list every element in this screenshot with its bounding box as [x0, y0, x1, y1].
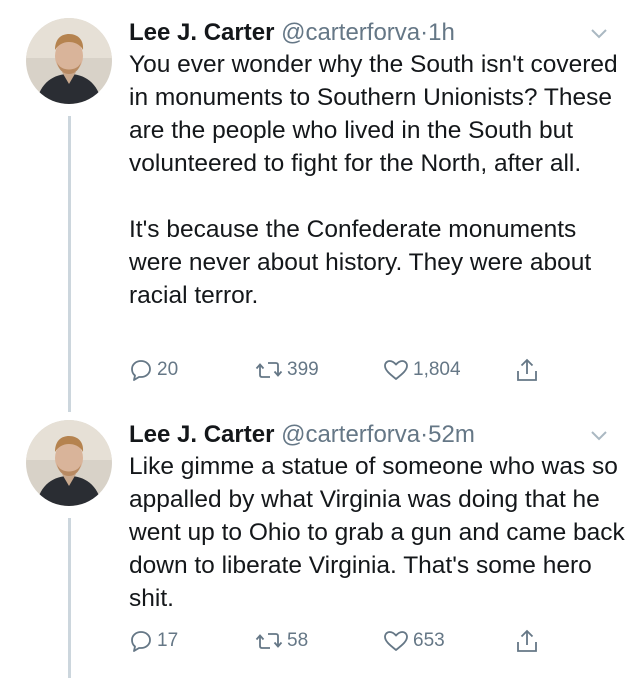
like-count: 653 [413, 630, 445, 651]
retweet-count: 58 [287, 630, 309, 651]
tweet-text: Like gimme a statue of someone who was s… [129, 450, 625, 615]
retweet-button[interactable]: 399 [255, 355, 319, 385]
chevron-down-icon[interactable] [590, 430, 608, 442]
share-icon [517, 358, 537, 381]
like-count: 1,804 [413, 359, 461, 380]
timestamp[interactable]: 1h [428, 19, 455, 46]
reply-icon [131, 631, 151, 652]
thread-line [68, 116, 71, 412]
tweet-header: Lee J. Carter @carterforva·52m [129, 420, 475, 450]
thread-line [68, 518, 71, 678]
retweet-icon [255, 633, 283, 649]
avatar-photo [26, 18, 112, 104]
tweet-paragraph: You ever wonder why the South isn't cove… [129, 51, 618, 177]
share-icon [517, 629, 537, 652]
retweet-button[interactable]: 58 [255, 626, 308, 656]
reply-count: 17 [157, 630, 179, 651]
reply-icon [131, 360, 151, 381]
author-handle[interactable]: @carterforva [281, 19, 420, 46]
tweet-paragraph: It's because the Confederate monuments w… [129, 216, 592, 309]
share-button[interactable] [515, 355, 539, 385]
chevron-down-icon[interactable] [590, 28, 608, 40]
timestamp[interactable]: 52m [428, 421, 475, 448]
author-name[interactable]: Lee J. Carter [129, 19, 274, 46]
reply-count: 20 [157, 359, 179, 380]
tweet-actions: 20 399 1,804 [129, 355, 549, 385]
separator: · [420, 421, 429, 448]
tweet-text: You ever wonder why the South isn't cove… [129, 48, 625, 312]
like-button[interactable]: 653 [383, 626, 445, 656]
separator: · [420, 19, 429, 46]
reply-button[interactable]: 20 [129, 355, 178, 385]
heart-icon [384, 360, 408, 380]
reply-button[interactable]: 17 [129, 626, 178, 656]
author-name[interactable]: Lee J. Carter [129, 421, 274, 448]
retweet-count: 399 [287, 359, 319, 380]
like-button[interactable]: 1,804 [383, 355, 461, 385]
retweet-icon [255, 362, 283, 378]
tweet-actions: 17 58 653 [129, 626, 549, 656]
tweet-1[interactable]: Lee J. Carter @carterforva·1h You ever w… [0, 18, 640, 412]
tweet-2[interactable]: Lee J. Carter @carterforva·52m Like gimm… [0, 420, 640, 678]
share-button[interactable] [515, 626, 539, 656]
author-handle[interactable]: @carterforva [281, 421, 420, 448]
tweet-paragraph: Like gimme a statue of someone who was s… [129, 453, 625, 612]
avatar[interactable] [26, 420, 112, 506]
tweet-header: Lee J. Carter @carterforva·1h [129, 18, 455, 48]
heart-icon [384, 631, 408, 651]
avatar-photo [26, 420, 112, 506]
avatar[interactable] [26, 18, 112, 104]
